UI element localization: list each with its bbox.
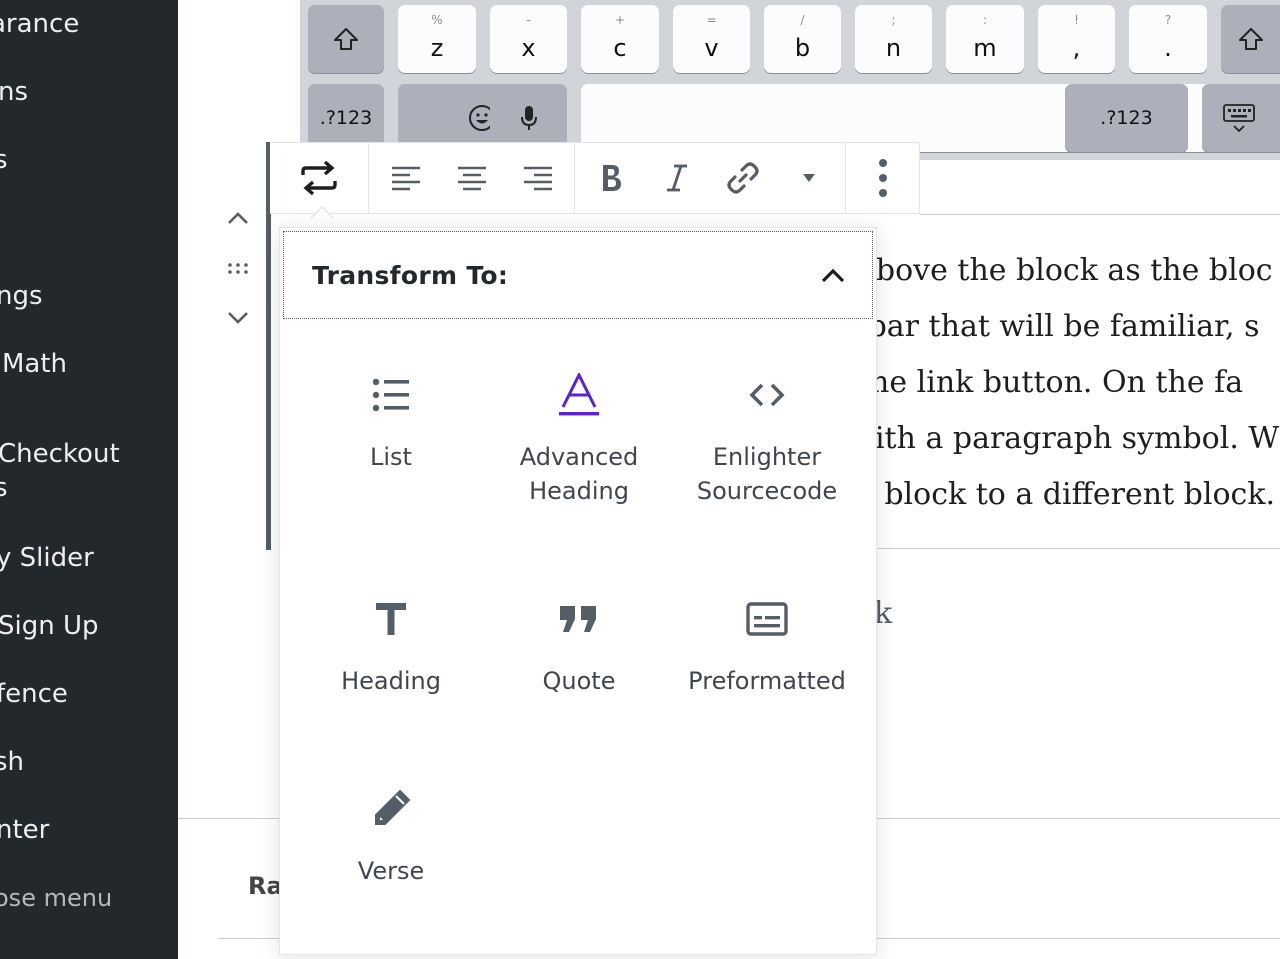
italic-icon: [667, 164, 688, 192]
move-down-button[interactable]: [224, 304, 252, 332]
drag-handle-icon: [228, 263, 248, 274]
bold-button[interactable]: [578, 143, 644, 213]
block-toolbar: [270, 142, 920, 214]
key-c[interactable]: + c: [581, 5, 659, 73]
transform-popover: Transform To: List Advanced Heading Enli…: [279, 227, 877, 955]
drag-handle[interactable]: [224, 254, 252, 282]
sidebar-item-math[interactable]: Math: [2, 348, 67, 380]
heading-icon: [376, 603, 406, 635]
admin-sidebar: arance ns s ngs Math Checkout s y Slider…: [0, 0, 178, 959]
key-period[interactable]: ?.: [1129, 5, 1207, 73]
move-up-button[interactable]: [224, 204, 252, 232]
align-right-icon: [523, 166, 552, 191]
sidebar-item-checkout[interactable]: Checkout: [0, 438, 120, 470]
transform-to-enlighter-sourcecode[interactable]: Enlighter Sourcecode: [673, 368, 861, 508]
bold-icon: [603, 165, 622, 191]
chevron-down-icon: [228, 312, 248, 324]
align-left-icon: [391, 166, 420, 191]
quote-icon: [560, 606, 596, 632]
shift-key-right[interactable]: [1221, 5, 1280, 73]
sidebar-item-center[interactable]: nter: [0, 814, 49, 846]
transform-panel-header[interactable]: Transform To:: [283, 231, 873, 319]
advanced-heading-icon: [559, 373, 599, 416]
chevron-up-icon: [821, 268, 845, 283]
chevron-up-icon: [228, 212, 248, 224]
transform-icon: [301, 160, 337, 196]
align-center-button[interactable]: [439, 143, 505, 213]
align-right-button[interactable]: [505, 143, 571, 213]
sidebar-item-wordfence[interactable]: fence: [0, 678, 68, 710]
transform-to-list[interactable]: List: [297, 368, 485, 474]
block-bottom-border: [878, 548, 1280, 549]
more-rich-text-button[interactable]: [776, 143, 842, 213]
sidebar-item-jetpack-search[interactable]: sh: [0, 746, 24, 778]
transform-block-button[interactable]: [286, 143, 352, 213]
italic-button[interactable]: [644, 143, 710, 213]
numbers-key-right[interactable]: .?123: [1065, 84, 1188, 152]
align-left-button[interactable]: [373, 143, 439, 213]
sidebar-item-settings[interactable]: ngs: [0, 280, 43, 312]
key-z[interactable]: % z: [398, 5, 476, 73]
paragraph-block-text[interactable]: above the block as the bloc lbar that wi…: [858, 248, 1280, 528]
block-top-border: [920, 214, 1280, 215]
popover-arrow-fill: [311, 208, 333, 219]
shift-icon: [1239, 28, 1263, 50]
link-icon: [727, 162, 759, 194]
sidebar-item-appearance[interactable]: arance: [0, 8, 79, 40]
keyboard-hide-icon: [1223, 104, 1255, 133]
transform-to-quote[interactable]: Quote: [485, 592, 673, 698]
microphone-icon: [520, 106, 537, 130]
verse-icon: [375, 789, 411, 825]
sidebar-item-plugins[interactable]: ns: [0, 76, 28, 108]
link-button[interactable]: [710, 143, 776, 213]
key-comma[interactable]: !,: [1038, 5, 1115, 73]
more-vertical-icon: [878, 159, 887, 197]
transform-to-advanced-heading[interactable]: Advanced Heading: [485, 368, 673, 508]
on-screen-keyboard: % z -x + c = v / b ; n :m !, ?. .?123 .?123: [300, 0, 1280, 160]
paragraph-line: vith a paragraph symbol. W: [858, 421, 1280, 456]
preformatted-icon: [746, 602, 788, 636]
sidebar-item-users[interactable]: s: [0, 144, 8, 176]
caret-down-icon: [803, 174, 816, 182]
key-x[interactable]: -x: [490, 5, 567, 73]
hide-keyboard-key[interactable]: [1202, 84, 1280, 152]
transform-to-heading[interactable]: Heading: [297, 592, 485, 698]
paragraph-line: c block to a different block.: [858, 477, 1276, 512]
key-b[interactable]: / b: [764, 5, 841, 73]
key-m[interactable]: :m: [946, 5, 1024, 73]
transform-panel-title: Transform To:: [312, 260, 509, 290]
more-options-button[interactable]: [850, 143, 916, 213]
meta-box-title: Ra: [248, 872, 283, 900]
sidebar-item-sign-up[interactable]: Sign Up: [0, 610, 99, 642]
key-n[interactable]: ; n: [855, 5, 932, 73]
collapse-menu-button[interactable]: ose menu: [0, 882, 112, 914]
paragraph-line: the link button. On the fa: [858, 365, 1244, 400]
paragraph-line: lbar that will be familiar, s: [858, 309, 1260, 344]
key-v[interactable]: = v: [673, 5, 750, 73]
shift-key-left[interactable]: [308, 5, 384, 73]
transform-to-verse[interactable]: Verse: [297, 782, 485, 888]
code-icon: [749, 383, 785, 407]
sidebar-item-checkout-cont[interactable]: s: [0, 472, 8, 504]
align-center-icon: [457, 166, 486, 191]
paragraph-line: above the block as the bloc: [858, 253, 1273, 288]
transform-to-preformatted[interactable]: Preformatted: [673, 592, 861, 698]
list-icon: [372, 378, 409, 412]
sidebar-item-slider[interactable]: y Slider: [0, 542, 94, 574]
shift-icon: [334, 28, 358, 50]
